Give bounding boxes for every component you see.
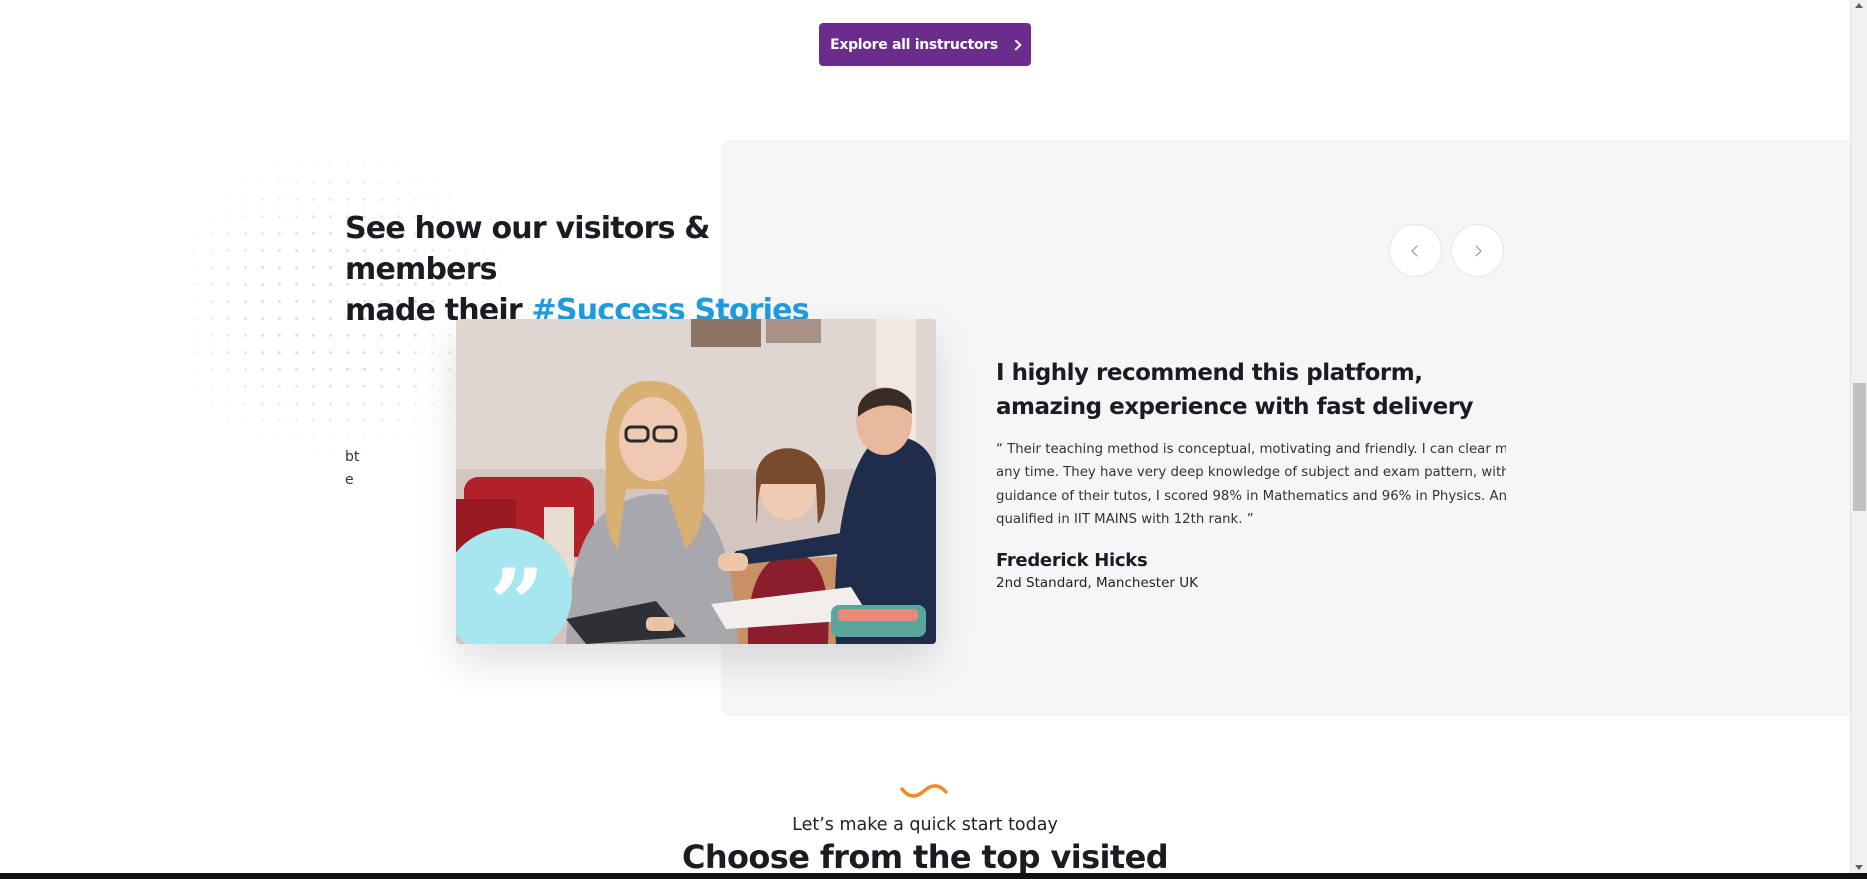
testimonial-title: I highly recommend this platform, amazin… [996, 360, 1474, 420]
quote-line-3: guidance of their tutos, I scored 98% in… [996, 488, 1506, 504]
scroll-up-arrow-icon[interactable] [1855, 3, 1863, 8]
quote-line-4: qualified in IIT MAINS with 12th rank. ” [996, 512, 1254, 528]
chevron-right-icon [1470, 244, 1482, 257]
clipped-text-line-2: e [345, 472, 354, 488]
quote-line-1: “ Their teaching method is conceptual, m… [996, 442, 1506, 457]
clipped-text-line-1: bt [345, 449, 360, 465]
author-role: 2nd Standard, Manchester UK [996, 574, 1198, 591]
explore-instructors-button[interactable]: Explore all instructors [819, 23, 1031, 66]
scrollbar-thumb[interactable] [1853, 383, 1866, 511]
section-eyebrow: Let’s make a quick start today [792, 815, 1058, 835]
author-name: Frederick Hicks [996, 549, 1148, 571]
explore-instructors-label: Explore all instructors [830, 36, 998, 53]
testimonial-content: I highly recommend this platform, amazin… [996, 356, 1506, 591]
quote-line-2: any time. They have very deep knowledge … [996, 465, 1506, 481]
clipped-slide-text: bt e [345, 446, 359, 492]
testimonial-quote: “ Their teaching method is conceptual, m… [996, 438, 1506, 532]
carousel-next-button[interactable] [1451, 224, 1504, 277]
chevron-right-icon [1010, 38, 1022, 51]
carousel-prev-button[interactable] [1389, 224, 1442, 277]
page-scrollbar[interactable] [1850, 0, 1867, 873]
testimonial-photo: ” [456, 319, 936, 644]
squiggle-decoration [900, 784, 948, 798]
success-stories-heading: See how our visitors & members made thei… [345, 208, 865, 331]
viewport-bottom-edge [0, 873, 1867, 879]
heading-line-1: See how our visitors & members [345, 211, 710, 287]
scroll-down-arrow-icon[interactable] [1855, 865, 1863, 870]
chevron-left-icon [1411, 244, 1423, 257]
next-section-heading: Choose from the top visited [681, 838, 1169, 876]
quote-mark-icon: ” [489, 548, 545, 645]
